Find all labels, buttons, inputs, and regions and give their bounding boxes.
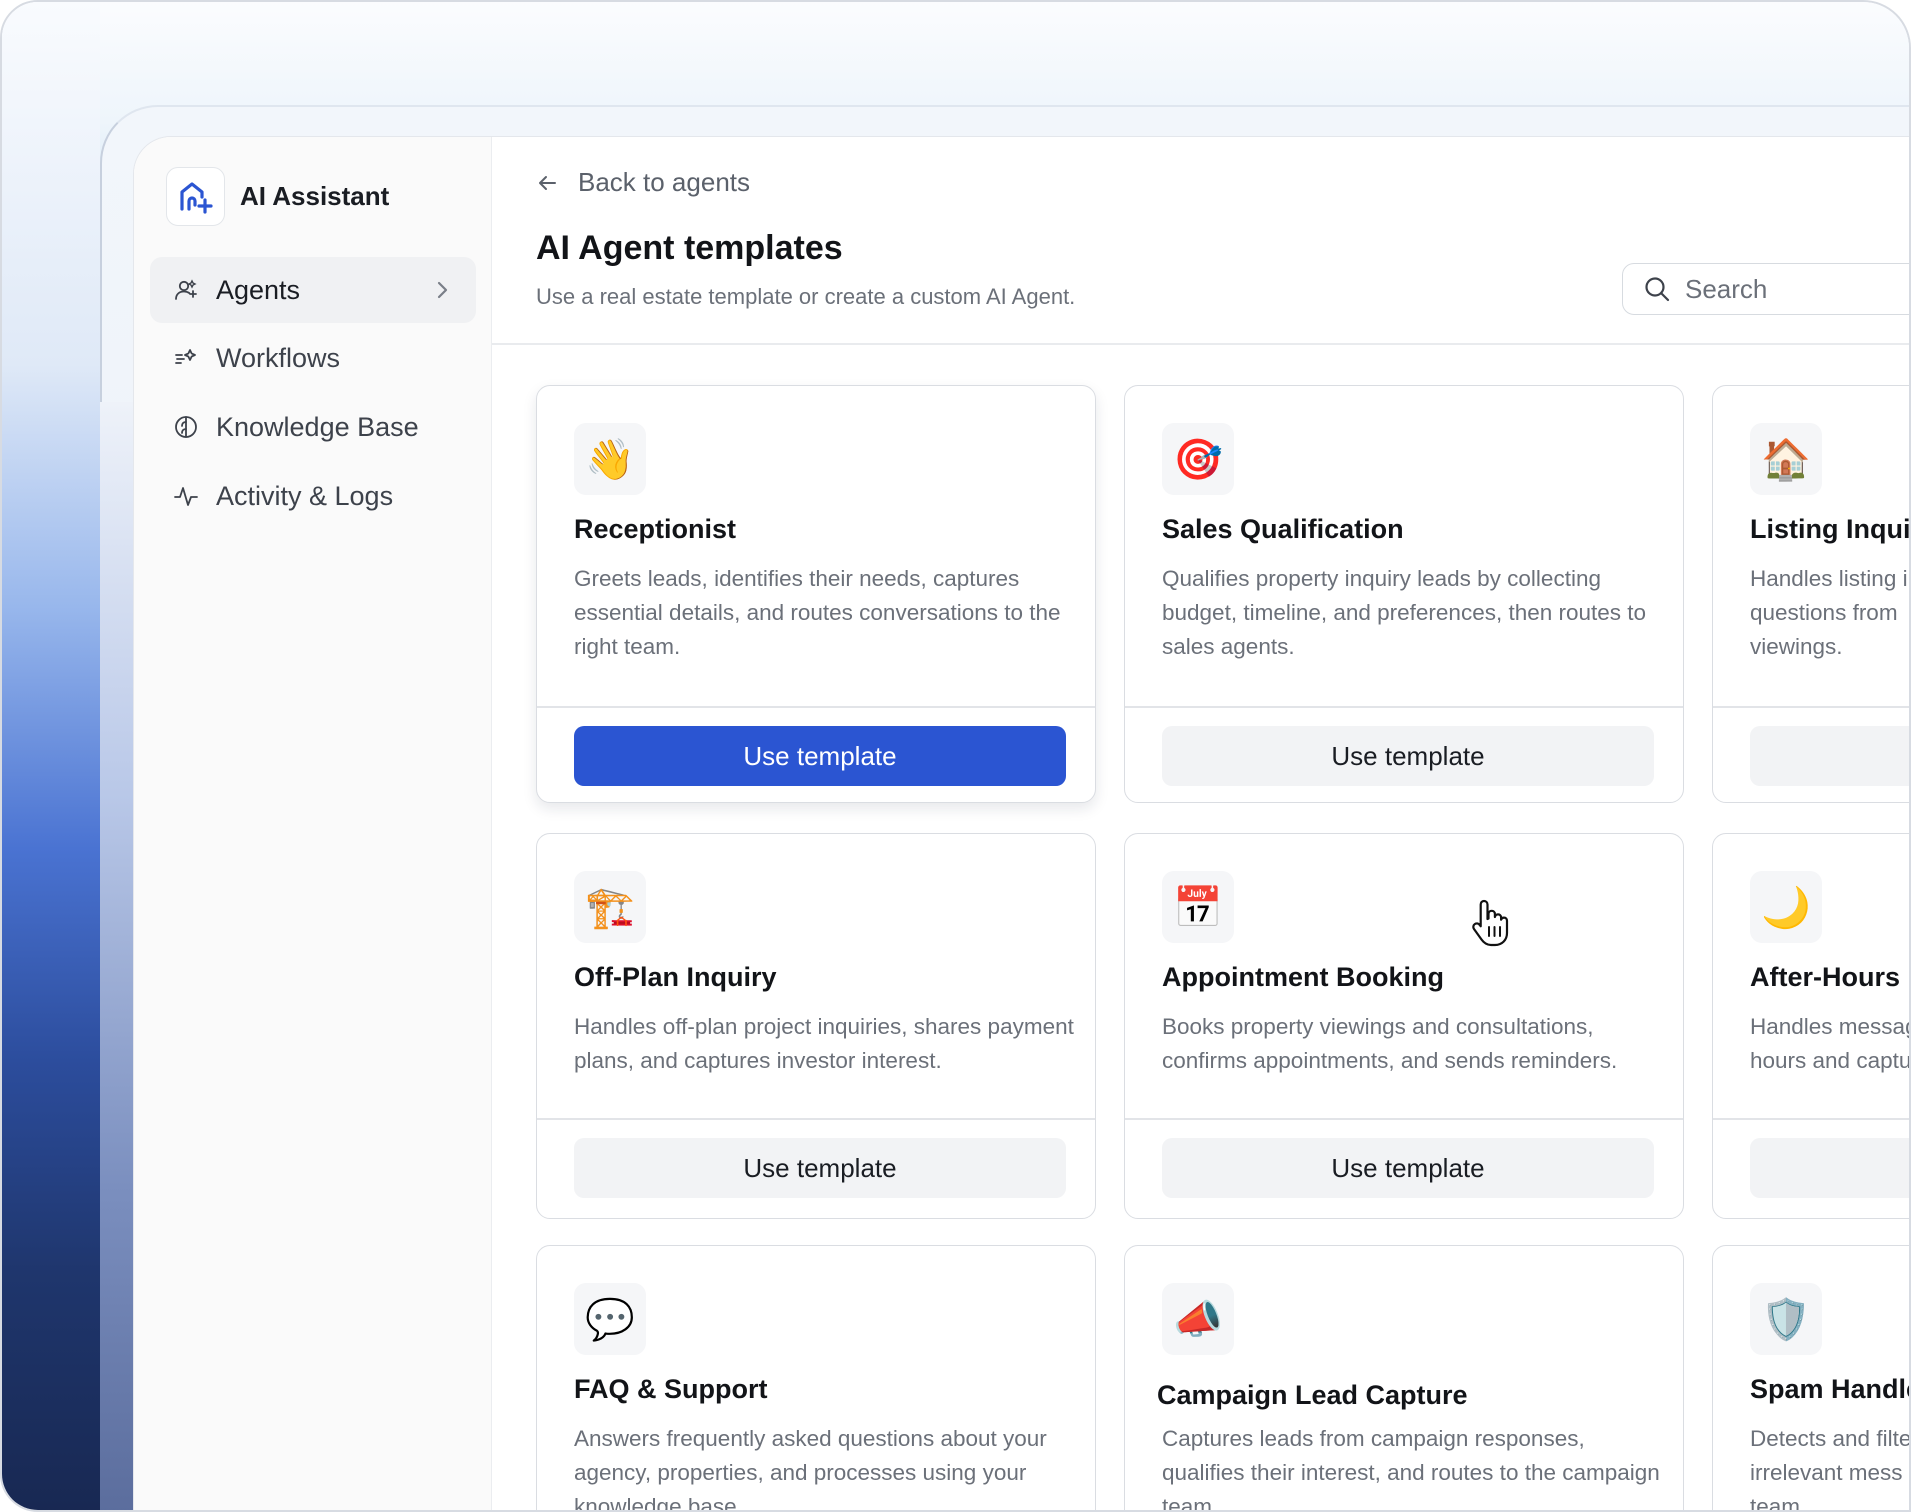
header-divider [492, 343, 1909, 345]
search-input[interactable]: Search [1622, 263, 1909, 315]
card-divider [537, 706, 1095, 708]
megaphone-icon: 📣 [1162, 1283, 1234, 1355]
template-name: Sales Qualification [1162, 514, 1404, 544]
brain-icon [172, 413, 200, 441]
sidebar-item-label: Activity & Logs [216, 480, 394, 511]
card-divider [1713, 706, 1909, 708]
card-divider [1125, 706, 1683, 708]
speech-bubble-icon: 💬 [574, 1283, 646, 1355]
brand[interactable]: AI Assistant [166, 167, 389, 226]
template-name: Appointment Booking [1162, 962, 1444, 992]
card-divider [1125, 1118, 1683, 1120]
arrow-left-icon [536, 172, 558, 194]
template-name: Spam Handle [1750, 1374, 1911, 1404]
template-description: Detects and filte irrelevant mess team. [1750, 1426, 1911, 1512]
card-divider [1713, 1118, 1909, 1120]
template-card-off-plan-inquiry[interactable]: 🏗️ Off-Plan Inquiry Handles off-plan pro… [536, 833, 1096, 1219]
crescent-moon-icon: 🌙 [1750, 871, 1822, 943]
template-description: Captures leads from campaign responses, … [1162, 1426, 1660, 1512]
activity-icon [172, 482, 200, 510]
sidebar-item-knowledge-base[interactable]: Knowledge Base [150, 394, 476, 460]
calendar-icon: 📅 [1162, 871, 1234, 943]
use-template-button[interactable]: Use template [574, 1138, 1066, 1198]
template-description: Handles messag hours and captu [1750, 1014, 1911, 1073]
search-icon [1643, 275, 1671, 303]
template-name: After-Hours [1750, 962, 1901, 992]
sidebar-item-activity-logs[interactable]: Activity & Logs [150, 463, 476, 529]
main-content: Back to agents AI Agent templates Use a … [492, 137, 1911, 1512]
use-template-button[interactable]: Use template [574, 726, 1066, 786]
sidebar-item-label: Knowledge Base [216, 411, 419, 442]
target-icon: 🎯 [1162, 423, 1234, 495]
chevron-right-icon [430, 277, 454, 310]
template-card-sales-qualification[interactable]: 🎯 Sales Qualification Qualifies property… [1124, 385, 1684, 803]
template-name: Off-Plan Inquiry [574, 962, 777, 992]
sidebar-item-workflows[interactable]: Workflows [150, 325, 476, 391]
template-description: Answers frequently asked questions about… [574, 1426, 1047, 1512]
use-template-button[interactable]: Use template [1162, 726, 1654, 786]
use-template-button[interactable]: Use template [1162, 1138, 1654, 1198]
template-name: Receptionist [574, 514, 737, 544]
page-subtitle: Use a real estate template or create a c… [536, 284, 1076, 309]
search-placeholder: Search [1685, 273, 1768, 304]
device-frame: AI Assistant Agents Workflows Knowledge … [0, 0, 1911, 1512]
shield-icon: 🛡️ [1750, 1283, 1822, 1355]
template-card-appointment-booking[interactable]: 📅 Appointment Booking Books property vie… [1124, 833, 1684, 1219]
sidebar-item-agents[interactable]: Agents [150, 257, 476, 323]
template-card-after-hours[interactable]: 🌙 After-Hours Handles messag hours and c… [1712, 833, 1911, 1219]
template-card-receptionist[interactable]: 👋 Receptionist Greets leads, identifies … [536, 385, 1096, 803]
template-name: Listing Inquir [1750, 514, 1911, 544]
template-description: Books property viewings and consultation… [1162, 1014, 1618, 1073]
construction-crane-icon: 🏗️ [574, 871, 646, 943]
card-divider [537, 1118, 1095, 1120]
house-icon: 🏠 [1750, 423, 1822, 495]
template-card-campaign-lead-capture[interactable]: 📣 Campaign Lead Capture Captures leads f… [1124, 1245, 1684, 1512]
use-template-button[interactable] [1750, 726, 1909, 786]
use-template-button[interactable] [1750, 1138, 1909, 1198]
sidebar: AI Assistant Agents Workflows Knowledge … [134, 137, 492, 1510]
back-label: Back to agents [578, 167, 750, 197]
sidebar-item-label: Agents [216, 274, 301, 305]
template-description: Handles off-plan project inquiries, shar… [574, 1014, 1074, 1073]
template-name: Campaign Lead Capture [1157, 1380, 1468, 1410]
ai-assistant-logo-icon [166, 167, 225, 226]
template-name: FAQ & Support [574, 1374, 768, 1404]
hand-pointer-cursor-icon [1472, 899, 1509, 947]
template-description: Handles listing i questions from viewing… [1750, 566, 1908, 659]
app-name: AI Assistant [240, 181, 390, 211]
app-window: AI Assistant Agents Workflows Knowledge … [133, 136, 1911, 1512]
sidebar-item-label: Workflows [216, 342, 341, 373]
bezel-left [2, 2, 100, 1510]
template-card-faq-support[interactable]: 💬 FAQ & Support Answers frequently asked… [536, 1245, 1096, 1512]
template-description: Qualifies property inquiry leads by coll… [1162, 566, 1647, 659]
agents-icon [172, 276, 200, 304]
waving-hand-icon: 👋 [574, 423, 646, 495]
template-card-listing-inquiry[interactable]: 🏠 Listing Inquir Handles listing i quest… [1712, 385, 1911, 803]
workflows-icon [172, 344, 200, 372]
bezel-inner-left [100, 402, 134, 1510]
template-card-spam-handler[interactable]: 🛡️ Spam Handle Detects and filte irrelev… [1712, 1245, 1911, 1512]
page-title: AI Agent templates [536, 229, 843, 267]
template-description: Greets leads, identifies their needs, ca… [574, 566, 1061, 659]
back-link[interactable]: Back to agents [536, 167, 750, 198]
